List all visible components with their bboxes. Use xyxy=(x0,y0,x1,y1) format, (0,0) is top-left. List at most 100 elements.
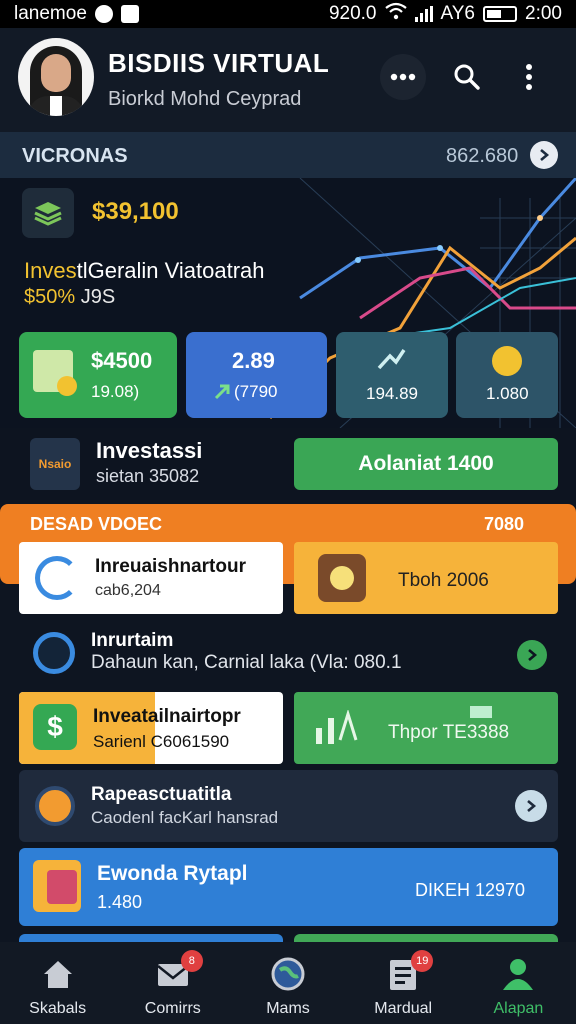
bottom-nav: Skabals 8 Comirrs Mams 19 Mardual Alapan xyxy=(0,942,576,1024)
investment-title: Investassi xyxy=(96,438,203,463)
battery-icon xyxy=(483,6,518,22)
mixed-card[interactable]: $ Inveatailnairtopr Sarienl C6061590 xyxy=(19,692,283,764)
nav-label: Mardual xyxy=(374,1000,433,1017)
hero-subline: $50% J9S xyxy=(24,286,115,309)
green-card[interactable]: Thpor TE3388 xyxy=(294,692,558,764)
card-title: Rapeasctuatitla xyxy=(91,784,232,805)
stack-icon xyxy=(22,188,74,238)
dollar-icon: $ xyxy=(33,704,77,750)
tile-sub: 19.08) xyxy=(91,382,140,401)
status-bar: lanemoe 920.0 AY6 2:00 xyxy=(0,0,576,28)
hero-headline: InvestlGeralin Viatoatrah xyxy=(24,258,265,284)
stat-tile-3[interactable]: 194.89 xyxy=(336,332,448,418)
chart-trend-icon xyxy=(377,349,406,370)
tile-sub: (7790 xyxy=(234,382,278,401)
card-sub: Caodenl facKarl hansrad xyxy=(91,808,279,827)
document-icon: 19 xyxy=(385,950,434,992)
notification-badge: 8 xyxy=(180,950,203,972)
search-button[interactable] xyxy=(444,54,490,100)
section-header: VICRONAS 862.680 xyxy=(0,132,576,178)
section-arrow-button[interactable] xyxy=(530,141,558,169)
nav-item-maps[interactable]: Mams xyxy=(230,942,345,1024)
hero-percent: $50% xyxy=(24,286,76,308)
coins-icon xyxy=(492,346,522,376)
tile-sub: 194.89 xyxy=(366,384,418,403)
nav-item-comments[interactable]: 8 Comirrs xyxy=(115,942,230,1024)
location-icon xyxy=(33,632,75,674)
refresh-icon xyxy=(35,556,79,600)
stat-tile-4[interactable]: 1.080 xyxy=(456,332,558,418)
nav-item-home[interactable]: Skabals xyxy=(0,942,115,1024)
tag-icon xyxy=(470,706,492,718)
more-options-button[interactable] xyxy=(380,54,426,100)
notification-badge: 19 xyxy=(411,950,434,972)
list-item[interactable]: Inrurtaim Dahaun kan, Carnial laka (Vla:… xyxy=(19,624,558,692)
chevron-right-icon xyxy=(540,149,550,161)
wallet-icon xyxy=(33,860,81,912)
card-sub: Sarienl C6061590 xyxy=(93,732,230,751)
hero-headline-prefix: Inves xyxy=(24,258,77,283)
chat-icon xyxy=(35,786,75,826)
avatar[interactable] xyxy=(18,38,94,116)
yellow-card[interactable]: Tboh 2006 xyxy=(294,542,558,614)
signal-icon xyxy=(414,6,433,22)
dark-card[interactable]: Rapeasctuatitla Caodenl facKarl hansrad xyxy=(19,770,558,842)
list-item-title: Inrurtaim xyxy=(91,630,174,651)
card-label: Thpor TE3388 xyxy=(388,722,510,743)
clock: 2:00 xyxy=(525,3,562,24)
tile-sub: 1.080 xyxy=(486,384,529,403)
list-item-sub: Dahaun kan, Carnial laka (Vla: 080.1 xyxy=(91,652,402,673)
tile-value: 2.89 xyxy=(232,348,275,373)
mail-icon: 8 xyxy=(155,950,203,992)
kebab-menu-icon xyxy=(526,64,532,90)
growth-bars-icon xyxy=(316,710,358,744)
card-title: Inveatailnairtopr xyxy=(93,706,241,727)
card-right-value: DIKEH 12970 xyxy=(415,880,526,900)
invest-action-button[interactable]: Aolaniat 1400 xyxy=(294,438,558,490)
balance-amount: $39,100 xyxy=(92,198,179,225)
blue-card[interactable]: Ewonda Rytapl 1.480 DIKEH 12970 xyxy=(19,848,558,926)
app-screen: lanemoe 920.0 AY6 2:00 BISDIIS VIRTUAL B… xyxy=(0,0,576,1024)
banner-title: DESAD VDOEC xyxy=(30,514,163,534)
user-icon xyxy=(503,959,534,990)
camera-icon xyxy=(318,554,366,602)
app-notification-icon xyxy=(120,5,139,23)
nav-label: Skabals xyxy=(29,1000,87,1017)
menu-button[interactable] xyxy=(506,54,552,100)
section-value: 862.680 xyxy=(446,145,519,167)
chevron-right-icon[interactable] xyxy=(517,640,547,670)
hero-headline-text: tlGeralin Viatoatrah xyxy=(76,258,265,283)
carrier-label: lanemoe xyxy=(14,3,87,24)
stat-tile-1[interactable]: $4500 19.08) xyxy=(19,332,177,418)
ellipsis-icon xyxy=(390,73,416,81)
card-title: Inreuaishnartour xyxy=(95,556,246,577)
investment-row: Nsaio Investassi sietan 35082 Aolaniat 1… xyxy=(0,428,576,500)
search-icon xyxy=(454,64,480,90)
globe-icon xyxy=(271,957,305,991)
page-subtitle: Biorkd Mohd Ceyprad xyxy=(108,88,302,110)
home-icon xyxy=(43,961,72,988)
banner-value: 7080 xyxy=(484,514,525,534)
nav-label: Mams xyxy=(266,1000,310,1017)
network-speed: 920.0 xyxy=(328,3,377,24)
investment-icon-label: Nsaio xyxy=(38,457,72,471)
section-title: VICRONAS xyxy=(22,145,128,167)
coin-icon xyxy=(57,376,77,396)
card-title: Ewonda Rytapl xyxy=(97,862,248,885)
chevron-right-icon[interactable] xyxy=(515,790,547,822)
app-header: BISDIIS VIRTUAL Biorkd Mohd Ceyprad xyxy=(0,28,576,132)
white-card[interactable]: Inreuaishnartour cab6,204 xyxy=(19,542,283,614)
nav-label: Comirrs xyxy=(144,1000,201,1017)
card-sub: 1.480 xyxy=(97,892,143,912)
notification-icon xyxy=(94,5,113,23)
card-label: Tboh 2006 xyxy=(398,570,489,591)
nav-item-profile[interactable]: Alapan xyxy=(461,942,576,1024)
stat-tile-2[interactable]: 2.89 (7790 xyxy=(186,332,327,418)
nav-label: Alapan xyxy=(493,1000,544,1017)
tile-value: $4500 xyxy=(91,348,153,373)
arrow-up-icon xyxy=(214,384,230,400)
wifi-icon xyxy=(384,2,407,26)
investment-subtitle: sietan 35082 xyxy=(96,466,200,486)
page-title: BISDIIS VIRTUAL xyxy=(108,48,330,78)
nav-item-manual[interactable]: 19 Mardual xyxy=(346,942,461,1024)
